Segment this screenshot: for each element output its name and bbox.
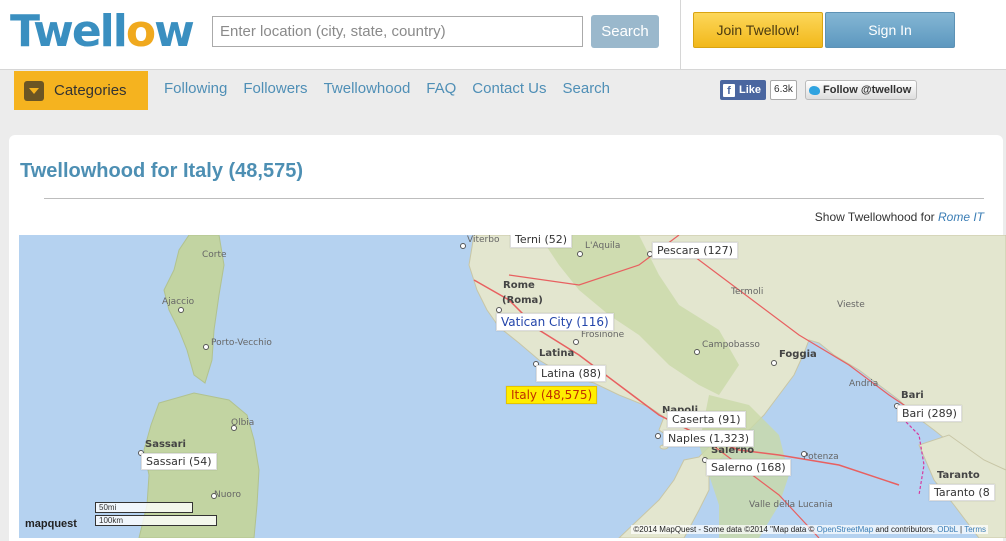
show-for-prefix: Show Twellowhood for <box>814 210 935 224</box>
region-border <box>898 414 925 496</box>
main-nav: Following Followers Twellowhood FAQ Cont… <box>164 80 626 97</box>
odbl-link[interactable]: ODbL <box>937 525 958 534</box>
nav-following[interactable]: Following <box>164 80 227 97</box>
attribution-tail: and contributors, <box>875 525 935 534</box>
marker-naples[interactable]: Naples (1,323) <box>663 430 755 447</box>
nav-faq[interactable]: FAQ <box>426 80 456 97</box>
place-termoli: Termoli <box>731 287 764 297</box>
nav-search[interactable]: Search <box>563 80 611 97</box>
city-dot <box>231 425 237 431</box>
city-dot <box>203 344 209 350</box>
page-title: Twellowhood for Italy (48,575) <box>20 160 304 182</box>
nav-twellowhood[interactable]: Twellowhood <box>324 80 411 97</box>
facebook-like-count: 6.3k <box>770 80 797 100</box>
place-ajaccio: Ajaccio <box>162 297 195 307</box>
scale-bar-miles: 50mi <box>95 502 193 513</box>
facebook-like-button[interactable]: f Like <box>720 80 767 100</box>
twellow-logo[interactable]: Twellow <box>10 4 195 60</box>
place-andria: Andria <box>849 379 879 389</box>
place-frosinone: Frosinone <box>581 330 625 340</box>
categories-label: Categories <box>54 82 127 99</box>
fb-like-label: Like <box>739 84 762 96</box>
city-dot <box>655 433 661 439</box>
dropdown-arrow-icon <box>24 80 44 101</box>
place-viterbo: Viterbo <box>467 235 500 245</box>
place-laquila: L'Aquila <box>585 241 621 251</box>
city-dot <box>694 349 700 355</box>
place-potenza: Potenza <box>803 452 839 462</box>
place-taranto: Taranto <box>937 470 980 481</box>
facebook-icon: f <box>723 83 735 97</box>
title-divider <box>44 198 984 199</box>
marker-pescara[interactable]: Pescara (127) <box>652 242 738 259</box>
place-rome: Rome <box>503 280 535 291</box>
place-latina: Latina <box>539 348 575 359</box>
marker-sassari[interactable]: Sassari (54) <box>141 453 217 470</box>
terms-link[interactable]: Terms <box>964 525 986 534</box>
place-valle-della-lucania: Valle della Lucania <box>749 500 833 510</box>
marker-latina[interactable]: Latina (88) <box>536 365 607 382</box>
city-dot <box>771 360 777 366</box>
twitter-bird-icon <box>809 85 820 95</box>
city-dot <box>211 493 217 499</box>
place-campobasso: Campobasso <box>702 340 760 350</box>
map-attribution: ©2014 MapQuest - Some data ©2014 "Map da… <box>631 525 988 534</box>
marker-salerno[interactable]: Salerno (168) <box>706 459 791 476</box>
city-dot <box>460 243 466 249</box>
facebook-like-widget[interactable]: f Like 6.3k <box>720 80 797 100</box>
place-corte: Corte <box>202 250 227 260</box>
marker-terni[interactable]: Terni (52) <box>510 235 573 248</box>
place-nuoro: Nuoro <box>214 490 241 500</box>
header-divider <box>680 0 681 70</box>
marker-italy-selected[interactable]: Italy (48,575) <box>506 386 598 404</box>
show-for-location-link[interactable]: Rome IT <box>938 210 984 224</box>
sign-in-button[interactable]: Sign In <box>825 12 955 48</box>
show-twellowhood-for: Show Twellowhood for Rome IT <box>815 210 984 224</box>
categories-button[interactable]: Categories <box>14 71 148 110</box>
join-button[interactable]: Join Twellow! <box>693 12 823 48</box>
place-vieste: Vieste <box>837 300 865 310</box>
nav-followers[interactable]: Followers <box>243 80 307 97</box>
place-porto-vecchio: Porto-Vecchio <box>211 338 272 348</box>
attribution-text: ©2014 MapQuest - Some data ©2014 "Map da… <box>633 525 815 534</box>
twitter-follow-label: Follow @twellow <box>823 84 912 96</box>
place-foggia: Foggia <box>779 349 817 360</box>
place-bari: Bari <box>901 390 924 401</box>
place-sassari: Sassari <box>145 439 186 450</box>
location-search-input[interactable] <box>212 16 583 47</box>
marker-caserta[interactable]: Caserta (91) <box>667 411 746 428</box>
map-view[interactable]: Viterbo L'Aquila Rome (Roma) Termoli Vie… <box>19 235 1006 538</box>
city-dot <box>801 451 807 457</box>
twitter-follow-button[interactable]: Follow @twellow <box>805 80 918 100</box>
scale-bar-km: 100km <box>95 515 217 526</box>
city-dot <box>178 307 184 313</box>
nav-contact-us[interactable]: Contact Us <box>472 80 546 97</box>
city-dot <box>573 339 579 345</box>
top-header: Twellow Search Join Twellow! Sign In <box>0 0 1006 70</box>
marker-vatican-city[interactable]: Vatican City (116) <box>496 313 614 331</box>
marker-bari[interactable]: Bari (289) <box>897 405 962 422</box>
osm-link[interactable]: OpenStreetMap <box>817 525 873 534</box>
marker-taranto[interactable]: Taranto (8 <box>929 484 995 501</box>
search-button[interactable]: Search <box>591 15 659 48</box>
place-roma: (Roma) <box>502 295 543 306</box>
city-dot <box>577 251 583 257</box>
mapquest-logo[interactable]: mapquest <box>25 518 77 530</box>
